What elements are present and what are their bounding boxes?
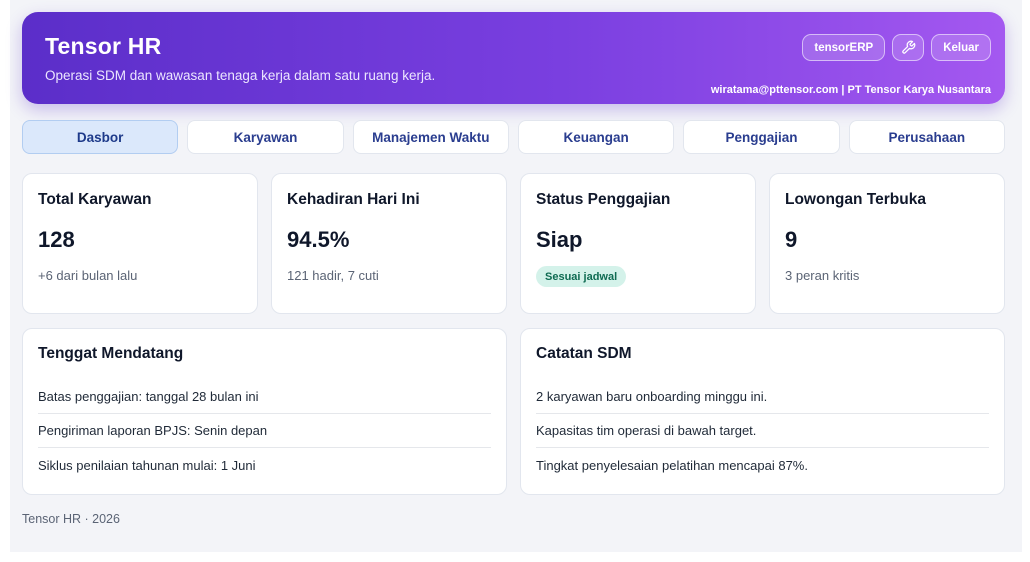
tab-keuangan[interactable]: Keuangan xyxy=(517,120,675,154)
hr-notes-list: 2 karyawan baru onboarding minggu ini. K… xyxy=(536,380,989,482)
list-item: Pengiriman laporan BPJS: Senin depan xyxy=(38,414,491,448)
deadlines-card: Tenggat Mendatang Batas penggajian: tang… xyxy=(22,328,507,495)
kpi-title: Lowongan Terbuka xyxy=(785,191,926,208)
kpi-value: 94.5% xyxy=(287,227,350,252)
page-footer: Tensor HR · 2026 xyxy=(22,512,120,526)
tab-dasbor[interactable]: Dasbor xyxy=(22,120,179,154)
main-tabs: Dasbor Karyawan Manajemen Waktu Keuangan… xyxy=(22,120,1005,154)
kpi-subtext: 3 peran kritis xyxy=(785,268,860,283)
kpi-value: Siap xyxy=(536,227,583,252)
erp-switch-button[interactable]: tensorERP xyxy=(802,34,886,61)
kpi-card-total-karyawan: Total Karyawan 128 +6 dari bulan lalu xyxy=(22,173,258,314)
logout-button[interactable]: Keluar xyxy=(931,34,991,61)
hr-notes-title: Catatan SDM xyxy=(536,345,632,362)
user-account-info: wiratama@pttensor.com | PT Tensor Karya … xyxy=(710,84,991,96)
app-header: Tensor HR Operasi SDM dan wawasan tenaga… xyxy=(22,12,1005,104)
tab-karyawan[interactable]: Karyawan xyxy=(187,120,344,154)
list-item: 2 karyawan baru onboarding minggu ini. xyxy=(536,380,989,414)
kpi-title: Status Penggajian xyxy=(536,191,671,208)
kpi-title: Total Karyawan xyxy=(38,191,152,208)
deadlines-list: Batas penggajian: tanggal 28 bulan ini P… xyxy=(38,380,491,482)
settings-button[interactable] xyxy=(892,34,925,61)
kpi-card-lowongan: Lowongan Terbuka 9 3 peran kritis xyxy=(769,173,1005,314)
list-item: Kapasitas tim operasi di bawah target. xyxy=(536,414,989,448)
status-badge: Sesuai jadwal xyxy=(536,266,627,287)
kpi-value: 9 xyxy=(785,227,798,252)
header-actions: tensorERP Keluar xyxy=(802,34,991,61)
list-item: Batas penggajian: tanggal 28 bulan ini xyxy=(38,380,491,414)
list-item: Tingkat penyelesaian pelatihan mencapai … xyxy=(536,457,808,473)
list-item: Siklus penilaian tahunan mulai: 1 Juni xyxy=(38,457,256,473)
tab-manajemen-waktu[interactable]: Manajemen Waktu xyxy=(352,120,509,154)
kpi-card-status-penggajian: Status Penggajian Siap Sesuai jadwal xyxy=(520,173,756,314)
app-subtitle: Operasi SDM dan wawasan tenaga kerja dal… xyxy=(45,68,436,83)
tab-perusahaan[interactable]: Perusahaan xyxy=(848,120,1005,154)
wrench-icon xyxy=(901,40,916,54)
tab-penggajian[interactable]: Penggajian xyxy=(683,120,840,154)
kpi-card-kehadiran: Kehadiran Hari Ini 94.5% 121 hadir, 7 cu… xyxy=(271,173,507,314)
kpi-value: 128 xyxy=(38,227,75,252)
hr-notes-card: Catatan SDM 2 karyawan baru onboarding m… xyxy=(520,328,1005,495)
kpi-subtext: 121 hadir, 7 cuti xyxy=(287,268,379,283)
kpi-subtext: +6 dari bulan lalu xyxy=(38,268,138,283)
app-title: Tensor HR xyxy=(45,33,162,59)
app-root: Tensor HR Operasi SDM dan wawasan tenaga… xyxy=(10,0,1022,552)
kpi-title: Kehadiran Hari Ini xyxy=(287,191,420,208)
deadlines-title: Tenggat Mendatang xyxy=(38,345,184,362)
